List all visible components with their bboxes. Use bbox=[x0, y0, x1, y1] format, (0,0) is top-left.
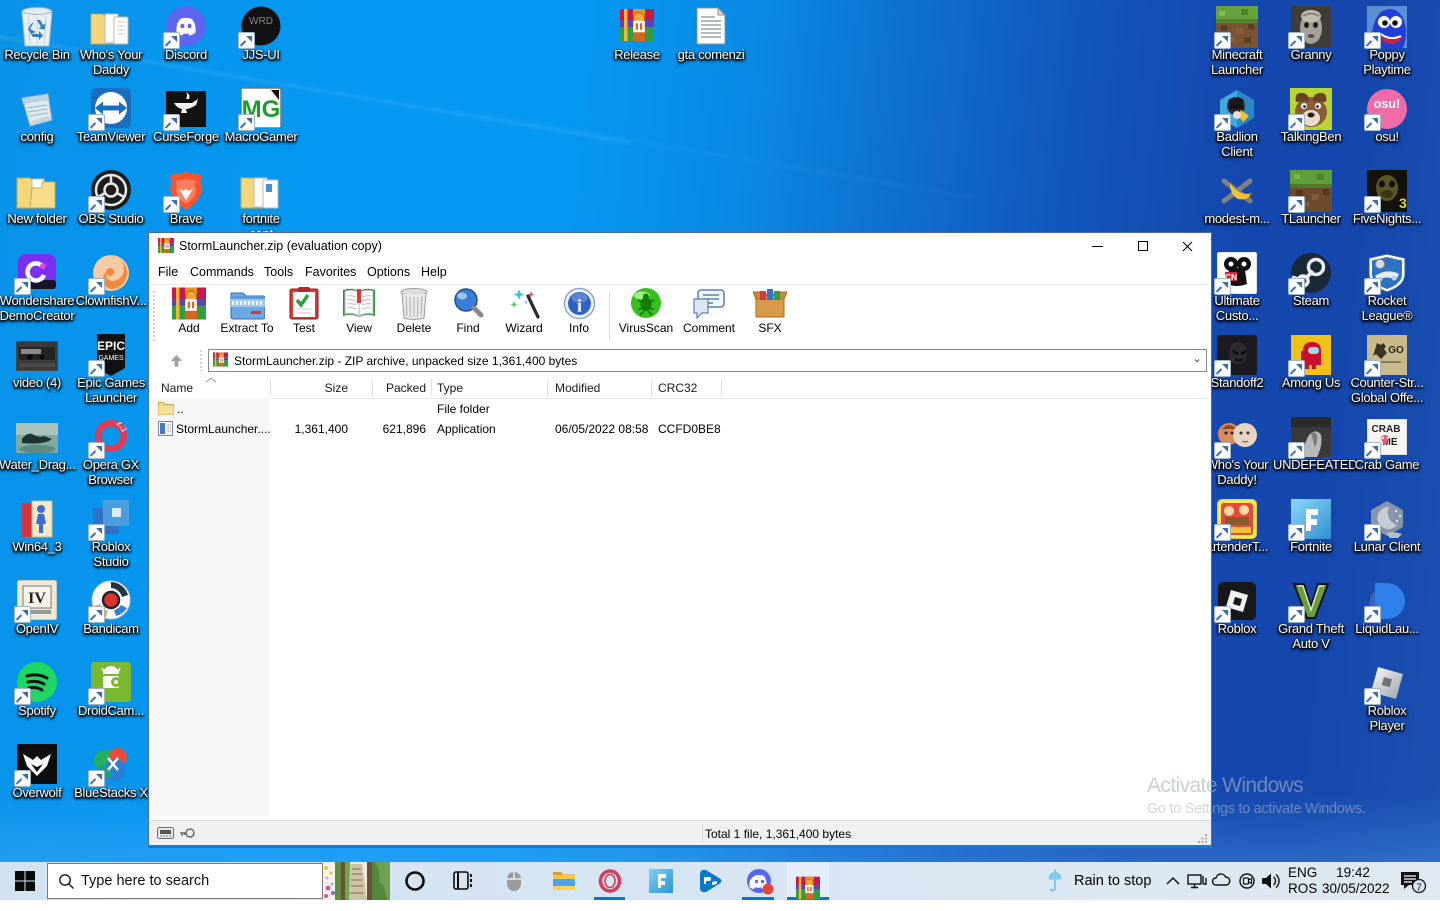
svg-text:i: i bbox=[576, 296, 581, 316]
svg-text:3: 3 bbox=[1399, 195, 1407, 211]
svg-text:WRD: WRD bbox=[249, 16, 273, 27]
svg-text:7: 7 bbox=[1416, 883, 1422, 894]
svg-text:IV: IV bbox=[28, 590, 46, 607]
svg-text:GO: GO bbox=[1388, 345, 1404, 356]
svg-text:EPIC: EPIC bbox=[97, 339, 125, 353]
svg-text:CRAB: CRAB bbox=[1372, 424, 1401, 435]
svg-text:osu!: osu! bbox=[1374, 97, 1400, 111]
